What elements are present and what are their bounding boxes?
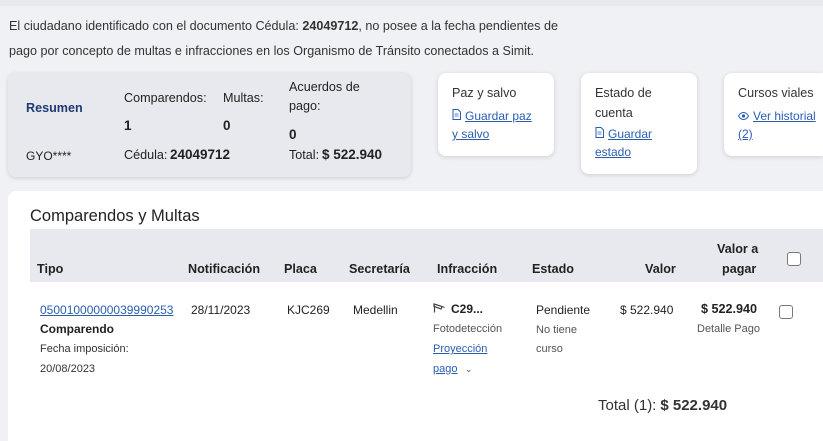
guardar-paz-text-2[interactable]: y salvo [452,127,489,141]
eye-icon [737,109,750,126]
comparendos-label: Comparendos: [124,91,207,105]
ver-historial-text-1[interactable]: Ver historial [753,109,816,123]
table-total-label: Total (1): [598,397,657,414]
valor-value: $ 522.940 [620,303,674,317]
table-heading: Comparendos y Multas [30,207,200,225]
notice-text: El ciudadano identificado con el documen… [9,14,569,64]
multas-label: Multas: [223,91,264,105]
comparendo-number-link[interactable]: 05001000000039990253 [40,303,173,317]
camera-icon [433,300,446,319]
tipo-cell: 05001000000039990253 Comparendo Fecha im… [40,301,173,379]
summary-title: Resumen [26,101,83,115]
detalle-pago-link[interactable]: Detalle Pago [697,323,760,335]
row-checkbox[interactable] [779,305,793,319]
guardar-paz-text-1[interactable]: Guardar paz [465,109,532,123]
document-icon [595,127,604,144]
user-name: GYO**** [26,149,72,163]
valor-pagar-cell: $ 522.940 Detalle Pago [697,300,760,339]
guardar-estado-text-1[interactable]: Guardar [608,127,652,141]
ver-historial-link[interactable]: Ver historial (2) [737,108,816,143]
col-placa: Placa [284,262,317,276]
estado-value: Pendiente [536,303,591,317]
estado-cell: Pendiente No tiene curso [536,301,590,358]
cedula-value: 24049712 [170,147,231,162]
notice-line1-c: , no posee a la fecha pendientes de [358,19,558,33]
paz-y-salvo-title: Paz y salvo [452,86,517,100]
col-infraccion: Infracción [437,262,498,276]
notificacion-value: 28/11/2023 [191,303,251,317]
placa-value: KJC269 [287,303,330,317]
total-value: $ 522.940 [322,147,383,162]
estado-cuenta-title-1: Estado de [595,86,652,100]
secretaria-value: Medellin [353,303,398,317]
proyeccion-pago-link-1[interactable]: Proyección [433,343,487,355]
cedula-label: Cédula: [124,148,168,162]
col-notificacion: Notificación [188,262,261,276]
estado-sub-1: No tiene [536,324,577,336]
table-header: Tipo Notificación Placa Secretaría Infra… [30,229,823,282]
estado-cuenta-card: Estado de cuenta Guardar estado [581,73,697,174]
multas-value: 0 [223,118,231,133]
col-estado: Estado [532,262,574,276]
col-valor-pagar-2: pagar [722,262,757,276]
fecha-imposicion-value: 20/08/2023 [40,363,96,375]
estado-sub-2: curso [536,343,563,355]
proyeccion-pago-link-2[interactable]: pago [433,363,457,375]
infraccion-cell: C29... Fotodetección Proyección pago ⌄ [433,300,502,379]
estado-cuenta-title-2: cuenta [595,106,633,120]
document-icon [452,109,461,126]
valor-pagar-value: $ 522.940 [700,302,757,316]
col-valor: Valor [645,262,676,276]
notice-line2: pago por concepto de multas e infraccion… [9,44,535,58]
comparendos-panel: Comparendos y Multas Tipo Notificación P… [8,191,823,441]
infraccion-sub: Fotodetección [433,323,503,335]
cursos-viales-card: Cursos viales Ver historial (2) [724,73,823,156]
guardar-estado-link[interactable]: Guardar estado [595,126,652,161]
guardar-estado-text-2[interactable]: estado [595,145,631,159]
paz-y-salvo-card: Paz y salvo Guardar paz y salvo [438,73,554,156]
fecha-imposicion-label: Fecha imposición: [40,343,129,355]
infraccion-code[interactable]: C29... [451,302,483,316]
chevron-down-icon[interactable]: ⌄ [465,364,473,374]
col-tipo: Tipo [37,262,64,276]
summary-card: Resumen GYO**** Comparendos: 1 Multas: 0… [8,73,411,177]
total-label: Total: [289,148,320,162]
acuerdos-label-2: pago: [289,99,321,113]
estado-cuenta-title: Estado de cuenta [595,83,652,123]
select-all-checkbox[interactable] [787,252,801,266]
ver-historial-text-2[interactable]: (2) [738,127,753,141]
table-total: Total (1): $ 522.940 [598,397,727,414]
notice-line1-a: El ciudadano identificado con el documen… [9,19,256,33]
acuerdos-label-1: Acuerdos de [289,80,360,94]
guardar-paz-y-salvo-link[interactable]: Guardar paz y salvo [452,108,532,143]
cursos-viales-title: Cursos viales [738,86,814,100]
comparendos-value: 1 [124,118,132,133]
col-secretaria: Secretaría [349,262,410,276]
col-valor-pagar-1: Valor a [717,242,759,256]
top-band [0,0,823,6]
table-total-value: $ 522.940 [660,397,728,414]
tipo-value: Comparendo [40,322,115,336]
notice-doc-type: Cédula: [255,19,303,33]
acuerdos-value: 0 [289,127,297,142]
notice-doc-number: 24049712 [302,19,359,33]
